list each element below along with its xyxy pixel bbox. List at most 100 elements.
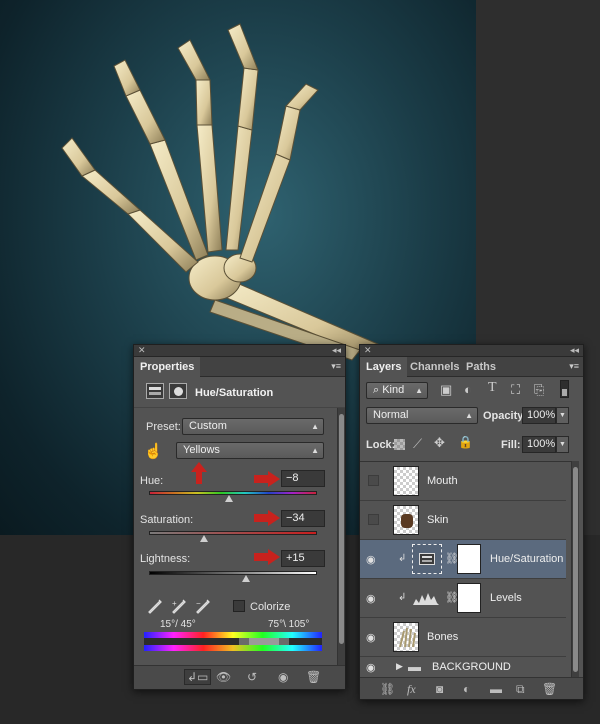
panel-titlebar[interactable]: ✕ ◂◂: [360, 345, 583, 357]
eye-icon[interactable]: ◉: [366, 631, 380, 644]
tab-properties[interactable]: Properties: [134, 357, 201, 377]
panel-menu-icon[interactable]: ▾≡: [331, 361, 341, 372]
range-slider-band[interactable]: [144, 638, 322, 645]
filter-adjustment-icon[interactable]: ◐: [464, 382, 472, 397]
annotation-right-arrow-icon: [254, 471, 280, 487]
layer-row-bones[interactable]: ◉ Bones: [360, 618, 566, 657]
layer-row-hue-saturation[interactable]: ◉ ↲ ⛓ Hue/Saturation: [360, 540, 566, 579]
layer-name: Hue/Saturation: [490, 553, 564, 565]
lightness-value-field[interactable]: +15: [281, 550, 325, 567]
lightness-slider-track[interactable]: [149, 571, 317, 575]
lightness-slider-thumb[interactable]: [241, 575, 250, 582]
colorize-label[interactable]: Colorize: [250, 601, 290, 613]
layer-name: Levels: [490, 592, 522, 604]
view-previous-state-icon[interactable]: 👁: [216, 670, 231, 684]
tab-channels[interactable]: Channels: [404, 357, 466, 377]
expand-triangle-icon[interactable]: ▶: [396, 661, 403, 672]
eye-icon[interactable]: ◉: [366, 553, 380, 566]
collapse-icon[interactable]: ◂◂: [332, 345, 341, 356]
new-group-icon[interactable]: ▬: [490, 682, 502, 696]
fx-icon[interactable]: fx: [407, 682, 416, 697]
clip-to-layer-icon[interactable]: ↲▭: [184, 669, 212, 685]
layer-row-levels[interactable]: ◉ ↲ ⛓ Levels: [360, 579, 566, 618]
saturation-value-field[interactable]: −34: [281, 510, 325, 527]
layer-mask-thumbnail[interactable]: [457, 583, 481, 613]
filter-type-icon[interactable]: T: [488, 380, 497, 396]
fill-dropdown-button[interactable]: ▼: [556, 436, 569, 453]
range-right-value: 75°\ 105°: [268, 619, 310, 630]
new-adjustment-icon[interactable]: ◐: [463, 682, 470, 696]
panel-titlebar[interactable]: ✕ ◂◂: [134, 345, 345, 357]
filter-shape-icon[interactable]: ⛶: [511, 382, 520, 398]
visibility-toggle[interactable]: [368, 514, 379, 525]
channel-dropdown[interactable]: Yellows ▲: [176, 442, 324, 459]
saturation-slider-thumb[interactable]: [200, 535, 209, 542]
filter-pixel-icon[interactable]: ▣: [440, 382, 452, 398]
eyedropper-minus-icon[interactable]: −: [196, 599, 212, 615]
tab-layers[interactable]: Layers: [360, 357, 408, 377]
lock-image-brush-icon[interactable]: ⟋: [413, 436, 422, 452]
properties-scrollbar[interactable]: [337, 408, 345, 666]
layer-row-skin[interactable]: Skin: [360, 501, 566, 540]
layers-scrollbar[interactable]: [571, 461, 579, 678]
targeted-adjustment-hand-icon[interactable]: ☝: [144, 442, 163, 460]
close-icon[interactable]: ✕: [138, 345, 146, 356]
eyedropper-plus-icon[interactable]: +: [172, 599, 188, 615]
lock-transparent-icon[interactable]: [394, 439, 405, 450]
properties-panel: ✕ ◂◂ Properties ▾≡ Hue/Saturation Preset…: [133, 344, 346, 690]
adjustment-title: Hue/Saturation: [195, 387, 274, 399]
lock-all-icon[interactable]: 🔒: [458, 435, 473, 449]
fill-label: Fill:: [501, 439, 521, 451]
link-layers-icon[interactable]: ⛓: [380, 682, 395, 696]
dropdown-arrows-icon: ▲: [415, 386, 423, 395]
layer-mask-thumbnail[interactable]: [457, 544, 481, 574]
channel-value: Yellows: [183, 444, 220, 456]
layer-row-mouth[interactable]: Mouth: [360, 462, 566, 501]
close-icon[interactable]: ✕: [364, 345, 372, 356]
layers-panel: ✕ ◂◂ Layers Channels Paths ▾≡ ⌕ Kind ▲ ▣…: [359, 344, 584, 700]
lock-position-move-icon[interactable]: ✥: [434, 435, 445, 451]
hue-slider-thumb[interactable]: [225, 495, 234, 502]
range-left-value: 15°/ 45°: [160, 619, 196, 630]
add-mask-icon[interactable]: ◙: [436, 682, 443, 696]
hue-value-field[interactable]: −8: [281, 470, 325, 487]
new-layer-icon[interactable]: ⧉: [516, 682, 525, 697]
reset-icon[interactable]: ↺: [247, 670, 257, 684]
adjustment-layer-icon: [412, 544, 442, 574]
visibility-toggle[interactable]: [368, 475, 379, 486]
trash-icon[interactable]: 🗑: [306, 670, 321, 684]
filter-toggle-switch[interactable]: [560, 380, 569, 398]
saturation-slider-track[interactable]: [149, 531, 317, 535]
opacity-dropdown-button[interactable]: ▼: [556, 407, 569, 424]
panel-menu-icon[interactable]: ▾≡: [569, 361, 579, 372]
eye-icon[interactable]: ◉: [366, 592, 380, 605]
hue-label: Hue:: [140, 475, 164, 487]
opacity-label: Opacity:: [483, 410, 528, 422]
visibility-eye-icon[interactable]: ◉: [278, 670, 288, 684]
opacity-field[interactable]: 100%: [522, 407, 556, 424]
layer-thumbnail: [393, 505, 419, 535]
layer-thumbnail: [393, 622, 419, 652]
filter-kind-dropdown[interactable]: ⌕ Kind ▲: [366, 382, 428, 399]
fill-field[interactable]: 100%: [522, 436, 556, 453]
colorize-checkbox[interactable]: [233, 600, 245, 612]
preset-dropdown[interactable]: Custom ▲: [182, 418, 324, 435]
eyedropper-icon[interactable]: [148, 599, 162, 615]
layer-group-background[interactable]: ◉ ▶ ▬ BACKGROUND: [360, 657, 566, 678]
mask-icon[interactable]: [169, 383, 187, 399]
scrollbar-thumb[interactable]: [573, 467, 578, 672]
filter-smart-object-icon[interactable]: ⎘: [534, 382, 544, 398]
trash-icon[interactable]: 🗑: [542, 682, 557, 696]
collapse-icon[interactable]: ◂◂: [570, 345, 579, 356]
clipping-arrow-icon: ↲: [398, 553, 407, 564]
preset-value: Custom: [189, 420, 227, 432]
scrollbar-thumb[interactable]: [339, 414, 344, 644]
lightness-label: Lightness:: [140, 553, 191, 565]
blend-mode-value: Normal: [373, 409, 409, 421]
eye-icon[interactable]: ◉: [366, 661, 380, 674]
annotation-up-arrow-icon: [191, 462, 207, 484]
layer-name: Skin: [427, 514, 449, 526]
stepper-arrows-icon: ▲: [311, 422, 319, 431]
blend-mode-dropdown[interactable]: Normal ▲: [366, 407, 478, 424]
tab-paths[interactable]: Paths: [460, 357, 502, 377]
